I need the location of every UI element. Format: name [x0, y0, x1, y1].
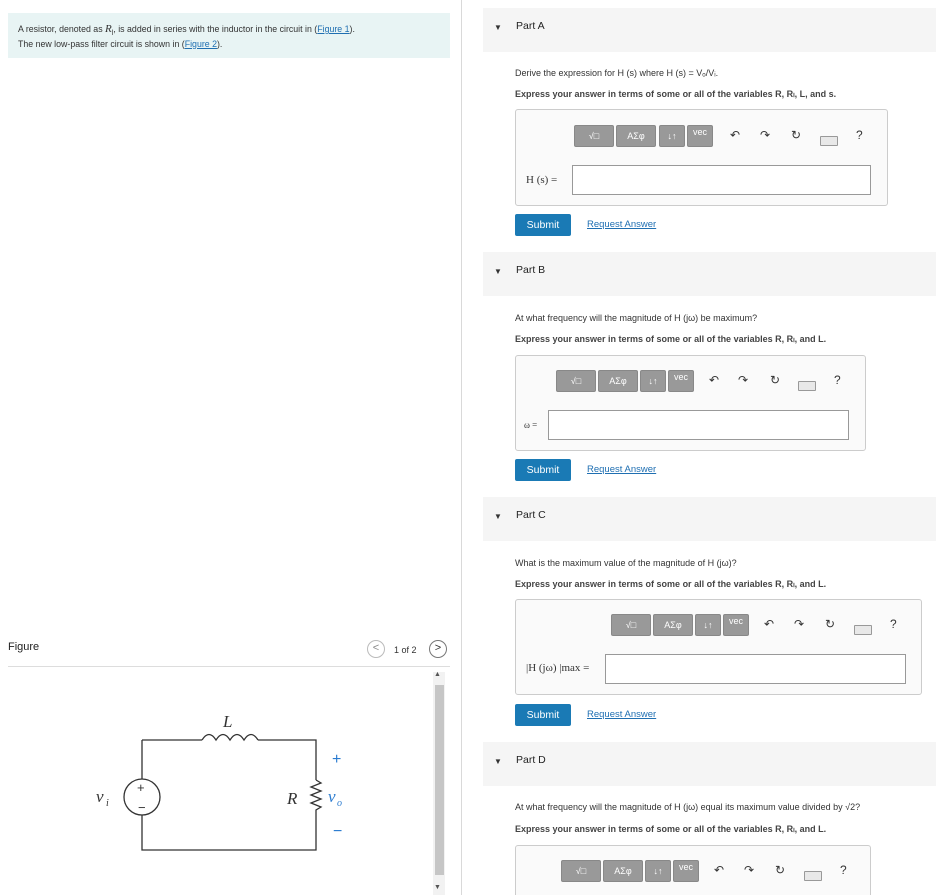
- output-label-sub: o: [337, 798, 342, 809]
- part-a-answer-input[interactable]: [572, 165, 871, 195]
- help-icon[interactable]: ?: [856, 128, 863, 142]
- part-b-request-answer-link[interactable]: Request Answer: [587, 464, 656, 475]
- output-plus: +: [332, 751, 341, 768]
- part-a-header[interactable]: ▼ Part A: [483, 8, 936, 52]
- part-a-submit-button[interactable]: Submit: [515, 214, 571, 236]
- part-b-submit-button[interactable]: Submit: [515, 459, 571, 481]
- figure-page-count: 1 of 2: [394, 645, 417, 655]
- scroll-down-icon[interactable]: ▼: [434, 884, 441, 891]
- collapse-triangle-icon[interactable]: ▼: [494, 23, 502, 32]
- part-a-request-answer-link[interactable]: Request Answer: [587, 219, 656, 230]
- undo-icon[interactable]: ↶: [709, 373, 719, 387]
- vec-button[interactable]: vec: [673, 860, 699, 882]
- part-d-question: At what frequency will the magnitude of …: [515, 802, 861, 812]
- part-b-answer-input[interactable]: [548, 410, 849, 440]
- part-d-header[interactable]: ▼ Part D: [483, 742, 936, 786]
- greek-button[interactable]: ΑΣφ: [616, 125, 656, 147]
- problem-intro: A resistor, denoted as Rl, is added in s…: [8, 13, 450, 58]
- source-label: v: [96, 787, 104, 806]
- reset-icon[interactable]: ↻: [791, 128, 801, 142]
- collapse-triangle-icon[interactable]: ▼: [494, 757, 502, 766]
- source-label-sub: i: [106, 798, 109, 809]
- part-a-label: Part A: [516, 20, 545, 32]
- keyboard-icon[interactable]: [798, 381, 816, 391]
- undo-icon[interactable]: ↶: [730, 128, 740, 142]
- arrows-button[interactable]: ↓↑: [659, 125, 685, 147]
- templates-button[interactable]: √□: [556, 370, 596, 392]
- part-c-eq-label: |H (jω) |max =: [526, 662, 590, 674]
- part-c-instruction: Express your answer in terms of some or …: [515, 579, 827, 589]
- source-minus: −: [138, 800, 146, 815]
- templates-button[interactable]: √□: [574, 125, 614, 147]
- reset-icon[interactable]: ↻: [770, 373, 780, 387]
- keyboard-icon[interactable]: [854, 625, 872, 635]
- circuit-diagram: + − L R v i v o + −: [96, 712, 342, 851]
- vec-button[interactable]: vec: [723, 614, 749, 636]
- part-a-answer-box: √□ ΑΣφ ↓↑ vec ↶ ↷ ↻ ? H (s) =: [515, 109, 888, 206]
- figure-label: Figure: [8, 641, 40, 653]
- intro-line-1: A resistor, denoted as Rl, is added in s…: [18, 23, 355, 37]
- undo-icon[interactable]: ↶: [714, 863, 724, 877]
- collapse-triangle-icon[interactable]: ▼: [494, 512, 502, 521]
- part-c-label: Part C: [516, 509, 546, 521]
- keyboard-icon[interactable]: [804, 871, 822, 881]
- figure-prev-button[interactable]: <: [367, 640, 385, 658]
- arrows-button[interactable]: ↓↑: [640, 370, 666, 392]
- undo-icon[interactable]: ↶: [764, 617, 774, 631]
- help-icon[interactable]: ?: [834, 373, 841, 387]
- figure-2-link[interactable]: Figure 2: [185, 39, 217, 49]
- intro-line-2: The new low-pass filter circuit is shown…: [18, 38, 223, 49]
- part-b-question: At what frequency will the magnitude of …: [515, 313, 758, 323]
- arrows-button[interactable]: ↓↑: [695, 614, 721, 636]
- help-icon[interactable]: ?: [840, 863, 847, 877]
- part-d-answer-box: √□ ΑΣφ ↓↑ vec ↶ ↷ ↻ ?: [515, 845, 871, 895]
- scroll-up-icon[interactable]: ▲: [434, 671, 441, 678]
- templates-button[interactable]: √□: [561, 860, 601, 882]
- output-label: v: [328, 787, 336, 806]
- part-b-answer-box: √□ ΑΣφ ↓↑ vec ↶ ↷ ↻ ? ω =: [515, 355, 866, 451]
- part-c-question: What is the maximum value of the magnitu…: [515, 558, 737, 568]
- part-b-header[interactable]: ▼ Part B: [483, 252, 936, 296]
- figure-next-button[interactable]: >: [429, 640, 447, 658]
- reset-icon[interactable]: ↻: [825, 617, 835, 631]
- panel-divider: [461, 0, 462, 895]
- inductor-label: L: [222, 712, 232, 731]
- part-c-submit-button[interactable]: Submit: [515, 704, 571, 726]
- collapse-triangle-icon[interactable]: ▼: [494, 267, 502, 276]
- vec-button[interactable]: vec: [668, 370, 694, 392]
- part-c-answer-input[interactable]: [605, 654, 906, 684]
- redo-icon[interactable]: ↷: [738, 373, 748, 387]
- part-d-label: Part D: [516, 754, 546, 766]
- part-d-instruction: Express your answer in terms of some or …: [515, 824, 827, 834]
- output-minus: −: [333, 823, 342, 840]
- part-b-eq-label: ω =: [524, 420, 538, 430]
- reset-icon[interactable]: ↻: [775, 863, 785, 877]
- resistor-symbol: [309, 779, 323, 815]
- help-icon[interactable]: ?: [890, 617, 897, 631]
- redo-icon[interactable]: ↷: [794, 617, 804, 631]
- keyboard-icon[interactable]: [820, 136, 838, 146]
- templates-button[interactable]: √□: [611, 614, 651, 636]
- figure-divider: [8, 666, 450, 667]
- part-a-instruction: Express your answer in terms of some or …: [515, 89, 837, 99]
- source-plus: +: [137, 780, 145, 795]
- figure-scrollbar-thumb[interactable]: [435, 685, 444, 875]
- part-a-question: Derive the expression for H (s) where H …: [515, 68, 719, 78]
- greek-button[interactable]: ΑΣφ: [598, 370, 638, 392]
- part-c-request-answer-link[interactable]: Request Answer: [587, 709, 656, 720]
- part-a-eq-label: H (s) =: [526, 174, 558, 186]
- greek-button[interactable]: ΑΣφ: [653, 614, 693, 636]
- redo-icon[interactable]: ↷: [744, 863, 754, 877]
- greek-button[interactable]: ΑΣφ: [603, 860, 643, 882]
- figure-1-link[interactable]: Figure 1: [317, 24, 349, 34]
- redo-icon[interactable]: ↷: [760, 128, 770, 142]
- resistor-label: R: [286, 789, 298, 808]
- inductor-symbol: [201, 733, 259, 742]
- part-b-label: Part B: [516, 264, 546, 276]
- part-c-header[interactable]: ▼ Part C: [483, 497, 936, 541]
- part-b-instruction: Express your answer in terms of some or …: [515, 334, 827, 344]
- part-c-answer-box: √□ ΑΣφ ↓↑ vec ↶ ↷ ↻ ? |H (jω) |max =: [515, 599, 922, 695]
- arrows-button[interactable]: ↓↑: [645, 860, 671, 882]
- vec-button[interactable]: vec: [687, 125, 713, 147]
